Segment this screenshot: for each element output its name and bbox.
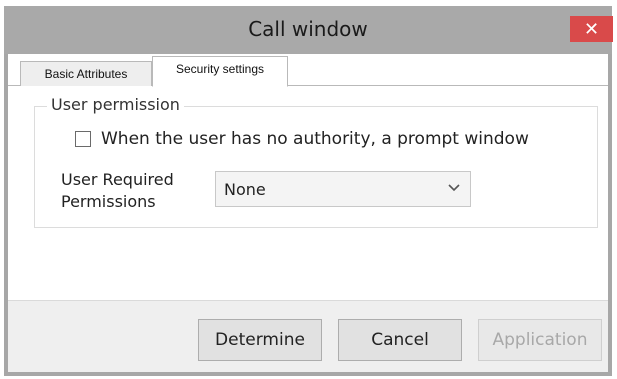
chevron-down-icon bbox=[448, 181, 460, 196]
close-button[interactable]: ✕ bbox=[570, 16, 613, 42]
required-permissions-select[interactable]: None bbox=[215, 171, 471, 207]
prompt-window-option[interactable]: When the user has no authority, a prompt… bbox=[75, 129, 529, 149]
window-title: Call window bbox=[248, 17, 368, 41]
tab-basic-attributes[interactable]: Basic Attributes bbox=[20, 61, 152, 86]
button-bar: Determine Cancel Application bbox=[8, 300, 608, 372]
prompt-window-checkbox[interactable] bbox=[75, 131, 91, 147]
security-settings-panel: User permission When the user has no aut… bbox=[20, 86, 604, 300]
dialog-client-area: Basic Attributes Security settings User … bbox=[8, 54, 608, 372]
cancel-button[interactable]: Cancel bbox=[338, 319, 462, 361]
determine-button[interactable]: Determine bbox=[198, 319, 322, 361]
required-permissions-label: User Required Permissions bbox=[61, 170, 174, 211]
tab-strip: Basic Attributes Security settings bbox=[8, 54, 608, 87]
apply-button[interactable]: Application bbox=[478, 319, 602, 361]
prompt-window-checkbox-label: When the user has no authority, a prompt… bbox=[101, 129, 529, 149]
tab-security-settings[interactable]: Security settings bbox=[152, 56, 288, 87]
dialog-window: Call window ✕ Basic Attributes Security … bbox=[0, 0, 617, 379]
group-legend: User permission bbox=[47, 95, 184, 114]
user-permission-group: User permission When the user has no aut… bbox=[34, 95, 598, 228]
select-value: None bbox=[224, 179, 266, 199]
close-icon: ✕ bbox=[583, 18, 600, 40]
title-bar[interactable]: Call window ✕ bbox=[4, 6, 613, 54]
